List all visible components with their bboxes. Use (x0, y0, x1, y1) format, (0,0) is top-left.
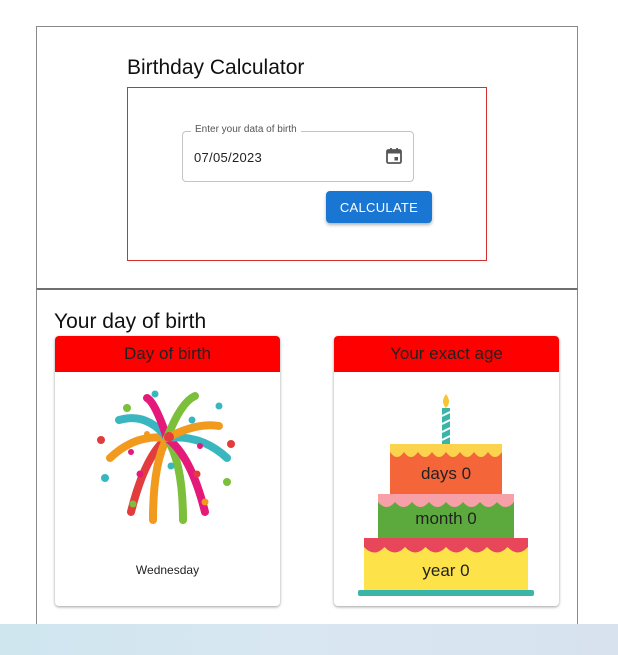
day-of-birth-card: Day of birth Wednesday (55, 336, 280, 606)
date-of-birth-label: Enter your data of birth (191, 124, 301, 135)
age-years: year 0 (422, 561, 470, 580)
page-background-band (0, 624, 618, 655)
date-of-birth-value[interactable]: 07/05/2023 (194, 150, 262, 165)
results-heading: Your day of birth (54, 310, 207, 333)
age-days: days 0 (420, 464, 472, 483)
calendar-icon[interactable] (385, 147, 403, 165)
calculate-button[interactable]: CALCULATE (326, 191, 432, 223)
page-title: Birthday Calculator (127, 56, 305, 79)
exact-age-card-title: Your exact age (334, 336, 559, 372)
age-months: month 0 (415, 509, 477, 528)
fireworks-icon (97, 390, 235, 524)
birth-weekday: Wednesday (135, 563, 200, 577)
day-of-birth-card-title: Day of birth (55, 336, 280, 372)
exact-age-card: Your exact age days 0 month 0 year 0 (334, 336, 559, 606)
